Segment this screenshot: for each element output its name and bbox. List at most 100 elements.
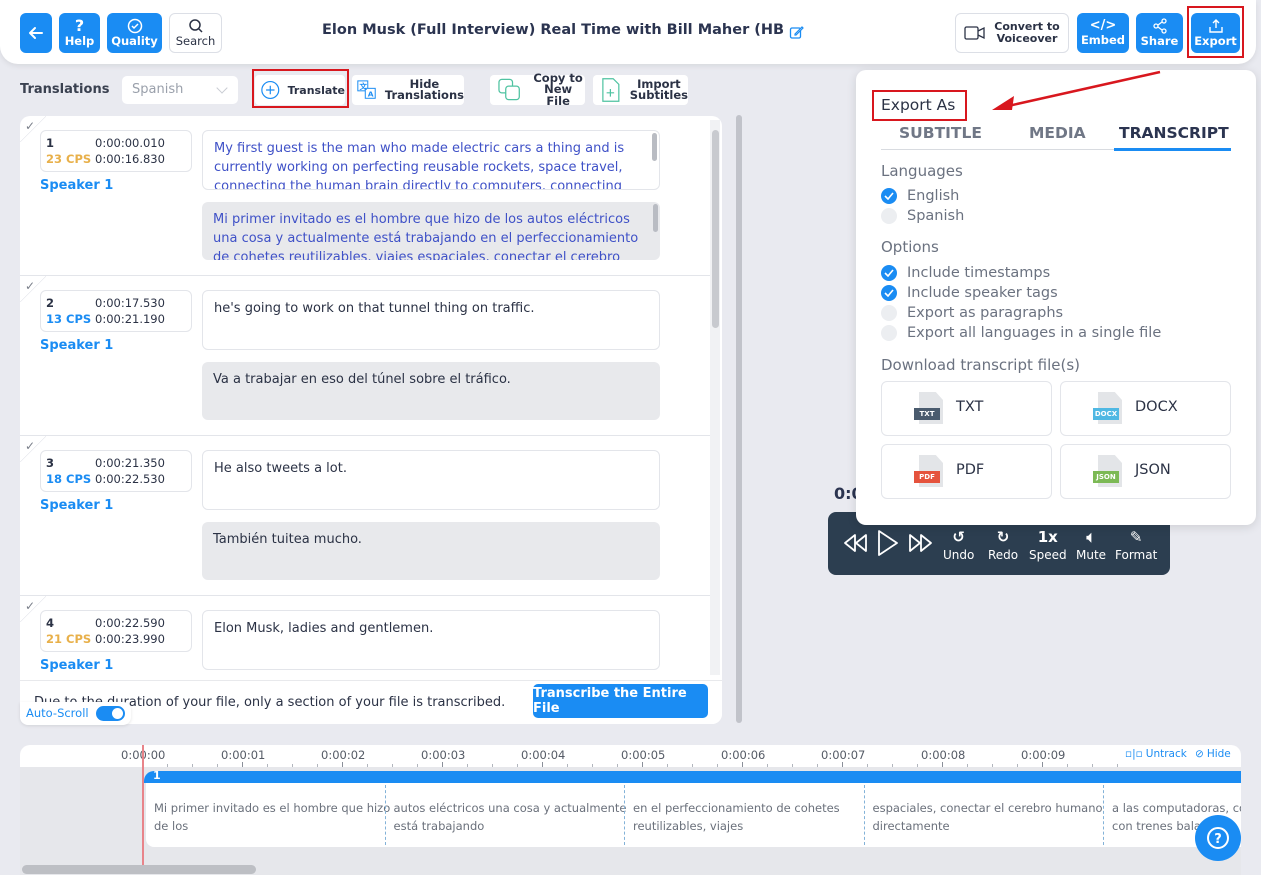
back-button[interactable] <box>20 13 52 53</box>
segment-row[interactable]: ✓ 3 18 CPS 0:00:21.350 0:00:22.530 Speak… <box>20 436 710 596</box>
caption-divider[interactable] <box>384 785 386 845</box>
edit-icon[interactable] <box>789 25 804 40</box>
speaker-label[interactable]: Speaker 1 <box>40 338 113 353</box>
download-txt-button[interactable]: TXT TXT <box>881 381 1052 436</box>
language-checkbox-spanish[interactable]: Spanish <box>881 208 964 224</box>
format-button[interactable]: ✎ Format <box>1115 526 1157 562</box>
eye-off-icon: ⊘ <box>1195 748 1204 760</box>
upload-icon <box>1208 19 1223 33</box>
source-text[interactable]: he's going to work on that tunnel thing … <box>202 290 660 350</box>
rewind-icon[interactable] <box>842 532 868 554</box>
speed-label: Speed <box>1029 548 1067 562</box>
export-as-title: Export As <box>881 96 956 114</box>
option-export-as-paragraphs[interactable]: Export as paragraphs <box>881 305 1063 321</box>
help-fab-button[interactable]: ? <box>1195 815 1241 861</box>
page-scrollbar[interactable] <box>736 115 742 723</box>
caption-divider[interactable] <box>863 785 865 845</box>
option-export-all-languages[interactable]: Export all languages in a single file <box>881 325 1161 341</box>
speaker-label[interactable]: Speaker 1 <box>40 658 113 673</box>
checkmark-icon[interactable]: ✓ <box>25 439 35 453</box>
auto-scroll-toggle[interactable] <box>96 706 125 721</box>
speaker-label[interactable]: Speaker 1 <box>40 498 113 513</box>
untrack-button[interactable]: ▫|▫ Untrack <box>1125 748 1187 760</box>
option-include-speaker-tags[interactable]: Include speaker tags <box>881 285 1058 301</box>
end-time[interactable]: 0:00:16.830 <box>95 151 165 168</box>
timeline-caption[interactable]: en el perfeccionamiento de cohetes reutil… <box>633 799 840 835</box>
scrollbar[interactable] <box>652 133 657 161</box>
source-text[interactable]: My first guest is the man who made elect… <box>202 130 660 190</box>
segment-bar[interactable]: 1 <box>144 769 1241 783</box>
segment-row[interactable]: ✓ 1 23 CPS 0:00:00.010 0:00:16.830 Speak… <box>20 116 710 276</box>
segment-row[interactable]: ✓ 2 13 CPS 0:00:17.530 0:00:21.190 Speak… <box>20 276 710 436</box>
checkmark-icon[interactable]: ✓ <box>25 599 35 613</box>
segment-meta[interactable]: 4 21 CPS 0:00:22.590 0:00:23.990 <box>40 610 192 652</box>
playhead[interactable] <box>142 745 144 870</box>
undo-button[interactable]: ↺ Undo <box>943 526 974 562</box>
cps-badge: 23 CPS <box>46 152 92 166</box>
download-docx-button[interactable]: DOCX DOCX <box>1060 381 1231 436</box>
redo-button[interactable]: ↻ Redo <box>988 526 1018 562</box>
download-pdf-button[interactable]: PDF PDF <box>881 444 1052 499</box>
start-time[interactable]: 0:00:00.010 <box>95 135 165 152</box>
speed-button[interactable]: 1x Speed <box>1029 526 1067 562</box>
segment-meta[interactable]: 1 23 CPS 0:00:00.010 0:00:16.830 <box>40 130 192 172</box>
start-time[interactable]: 0:00:17.530 <box>95 295 165 312</box>
timeline-caption[interactable]: autos eléctricos una cosa y actualmente e… <box>394 799 627 835</box>
segment-meta[interactable]: 3 18 CPS 0:00:21.350 0:00:22.530 <box>40 450 192 492</box>
import-subtitles-button[interactable]: Import Subtitles <box>593 75 688 105</box>
option-include-timestamps[interactable]: Include timestamps <box>881 265 1050 281</box>
source-text[interactable]: Elon Musk, ladies and gentlemen. <box>202 610 660 670</box>
translation-text[interactable]: Va a trabajar en eso del túnel sobre el … <box>202 362 660 420</box>
translation-text[interactable]: También tuitea mucho. <box>202 522 660 580</box>
hide-translations-button[interactable]: 文A Hide Translations <box>352 75 464 105</box>
checkmark-icon[interactable]: ✓ <box>25 279 35 293</box>
end-time[interactable]: 0:00:22.530 <box>95 471 165 488</box>
tab-media[interactable]: MEDIA <box>1029 124 1086 142</box>
caption-divider[interactable] <box>624 785 625 845</box>
start-time[interactable]: 0:00:22.590 <box>95 615 165 632</box>
checkmark-icon[interactable]: ✓ <box>25 119 35 133</box>
tick-label: 0:00:06 <box>721 748 766 762</box>
caption-line: espaciales, conectar el cerebro humano <box>872 801 1103 815</box>
search-button[interactable]: Search <box>169 13 222 53</box>
export-button[interactable]: Export <box>1191 13 1240 53</box>
checkbox-unchecked-icon <box>881 305 897 321</box>
tab-transcript[interactable]: TRANSCRIPT <box>1119 124 1229 142</box>
tab-subtitle[interactable]: SUBTITLE <box>899 124 982 142</box>
convert-voiceover-button[interactable]: Convert to Voiceover <box>955 13 1069 53</box>
share-button[interactable]: Share <box>1136 13 1183 53</box>
embed-button[interactable]: </> Embed <box>1077 13 1129 53</box>
play-icon[interactable] <box>876 529 900 557</box>
start-time[interactable]: 0:00:21.350 <box>95 455 165 472</box>
copy-to-new-file-button[interactable]: Copy to New File <box>490 72 585 107</box>
redo-icon: ↻ <box>996 528 1010 546</box>
scrollbar-thumb[interactable] <box>712 130 719 328</box>
speaker-label[interactable]: Speaker 1 <box>40 178 113 193</box>
translate-button[interactable]: Translate <box>255 75 345 105</box>
caption-line: en el perfeccionamiento de cohetes <box>633 801 840 815</box>
source-text[interactable]: He also tweets a lot. <box>202 450 660 510</box>
translation-text[interactable]: Mi primer invitado es el hombre que hizo… <box>202 202 660 260</box>
transcript-scrollbar[interactable] <box>710 120 720 675</box>
timeline-caption[interactable]: espaciales, conectar el cerebro humano di… <box>873 799 1103 835</box>
timeline-caption[interactable]: Mi primer invitado es el hombre que hizo… <box>154 799 390 835</box>
segment-meta[interactable]: 2 13 CPS 0:00:17.530 0:00:21.190 <box>40 290 192 332</box>
scrollbar[interactable] <box>653 204 658 232</box>
hide-timeline-button[interactable]: ⊘ Hide <box>1195 748 1231 760</box>
timeline-scrollbar[interactable] <box>22 865 256 874</box>
download-json-button[interactable]: JSON JSON <box>1060 444 1231 499</box>
auto-scroll-control[interactable]: Auto-Scroll <box>20 702 131 725</box>
cps-badge: 13 CPS <box>46 312 92 326</box>
end-time[interactable]: 0:00:21.190 <box>95 311 165 328</box>
language-checkbox-english[interactable]: English <box>881 188 959 204</box>
help-button[interactable]: ? Help <box>59 13 100 53</box>
language-select[interactable]: Spanish <box>122 76 238 104</box>
caption-divider[interactable] <box>1103 785 1104 845</box>
fast-forward-icon[interactable] <box>908 532 934 554</box>
caption-track[interactable]: Mi primer invitado es el hombre que hizo… <box>146 783 1241 847</box>
timeline-ruler[interactable]: 0:00:000:00:010:00:020:00:030:00:040:00:… <box>20 745 1241 767</box>
quality-button[interactable]: Quality <box>107 13 162 53</box>
transcribe-entire-file-button[interactable]: Transcribe the Entire File <box>533 684 708 718</box>
mute-button[interactable]: 🔈︎ Mute <box>1076 526 1106 562</box>
end-time[interactable]: 0:00:23.990 <box>95 631 165 648</box>
